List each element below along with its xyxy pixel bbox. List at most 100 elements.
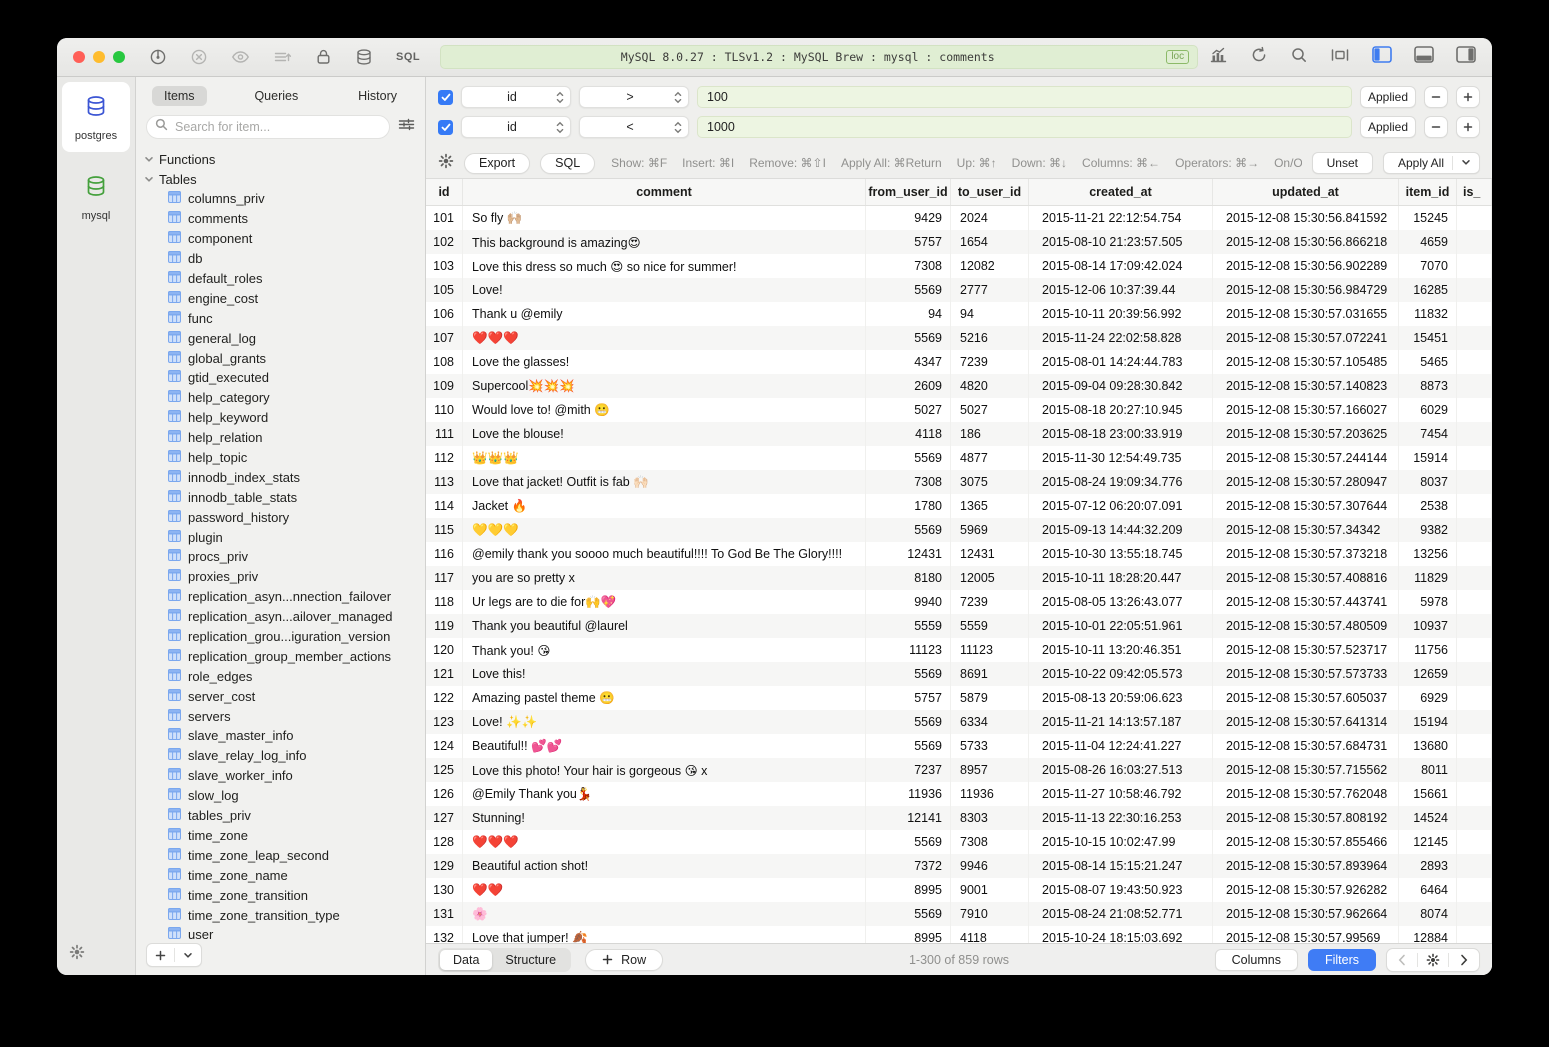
add-item-menu-chevron[interactable] [175,944,202,966]
close-window-button[interactable] [73,51,85,63]
table-row[interactable]: 124Beautiful!! 💕💕556957332015-11-04 12:2… [426,734,1492,758]
search-input[interactable] [173,119,381,135]
sidebar-table-help_category[interactable]: help_category [144,388,425,408]
sidebar-table-func[interactable]: func [144,308,425,328]
columns-button[interactable]: Columns [1215,949,1298,971]
table-row[interactable]: 119Thank you beautiful @laurel5559555920… [426,614,1492,638]
table-row[interactable]: 107❤️❤️❤️556952162015-11-24 22:02:58.828… [426,326,1492,350]
group-functions[interactable]: Functions [144,149,425,169]
sql-editor-icon[interactable]: SQL [396,51,420,63]
sidebar-table-component[interactable]: component [144,229,425,249]
commit-list-icon[interactable] [273,48,292,66]
filters-button[interactable]: Filters [1308,949,1376,971]
connection-mysql[interactable]: mysql [57,174,135,222]
filter-applied-button[interactable]: Applied [1360,116,1416,138]
toggle-bottom-panel-icon[interactable] [1414,46,1434,68]
table-row[interactable]: 111Love the blouse!41181862015-08-18 23:… [426,422,1492,446]
database-icon[interactable] [355,48,373,66]
table-row[interactable]: 127Stunning!1214183032015-11-13 22:30:16… [426,806,1492,830]
filter-settings-gear-icon[interactable] [438,153,454,174]
toggle-left-sidebar-icon[interactable] [1372,46,1392,68]
sidebar-table-general_log[interactable]: general_log [144,328,425,348]
table-row[interactable]: 108Love the glasses!434772392015-08-01 1… [426,350,1492,374]
table-row[interactable]: 117you are so pretty x8180120052015-10-1… [426,566,1492,590]
sidebar-table-time_zone_name[interactable]: time_zone_name [144,865,425,885]
next-page-button[interactable] [1449,949,1479,971]
lock-icon[interactable] [315,48,332,66]
settings-gear-icon[interactable] [69,944,85,965]
column-header-id[interactable]: id [426,179,463,205]
sidebar-table-slave_master_info[interactable]: slave_master_info [144,726,425,746]
column-header-to_user_id[interactable]: to_user_id [951,179,1029,205]
sidebar-table-time_zone_transition_type[interactable]: time_zone_transition_type [144,905,425,925]
tab-data[interactable]: Data [440,950,492,970]
sidebar-table-innodb_index_stats[interactable]: innodb_index_stats [144,467,425,487]
column-header-item_id[interactable]: item_id [1399,179,1457,205]
filter-sliders-icon[interactable] [398,117,415,137]
connection-postgres[interactable]: postgres [62,82,130,152]
sidebar-table-servers[interactable]: servers [144,706,425,726]
sidebar-table-db[interactable]: db [144,249,425,269]
table-row[interactable]: 112👑👑👑556948772015-11-30 12:54:49.735201… [426,446,1492,470]
sidebar-table-innodb_table_stats[interactable]: innodb_table_stats [144,487,425,507]
table-row[interactable]: 113Love that jacket! Outfit is fab 🙌🏻730… [426,470,1492,494]
add-filter-button[interactable] [1456,116,1480,138]
table-row[interactable]: 102This background is amazing😍5757165420… [426,230,1492,254]
disconnect-icon[interactable] [190,48,208,66]
sidebar-table-slow_log[interactable]: slow_log [144,786,425,806]
table-row[interactable]: 125Love this photo! Your hair is gorgeou… [426,758,1492,782]
column-header-from_user_id[interactable]: from_user_id [866,179,951,205]
center-layout-icon[interactable] [1330,46,1350,69]
sidebar-table-replication_grou...iguration_version[interactable]: replication_grou...iguration_version [144,627,425,647]
table-row[interactable]: 120Thank you! 😘11123111232015-10-11 13:2… [426,638,1492,662]
sidebar-table-tables_priv[interactable]: tables_priv [144,806,425,826]
sidebar-table-engine_cost[interactable]: engine_cost [144,288,425,308]
table-row[interactable]: 109Supercool💥💥💥260948202015-09-04 09:28:… [426,374,1492,398]
export-button[interactable]: Export [464,153,530,174]
table-row[interactable]: 123Love! ✨✨556963342015-11-21 14:13:57.1… [426,710,1492,734]
apply-all-chevron-icon[interactable] [1461,156,1471,170]
filter-value-input[interactable] [697,86,1352,108]
table-row[interactable]: 132Love that jumper! 🍂899541182015-10-24… [426,926,1492,943]
table-row[interactable]: 103Love this dress so much 😍 so nice for… [426,254,1492,278]
add-item-button[interactable] [147,944,174,966]
sidebar-table-proxies_priv[interactable]: proxies_priv [144,567,425,587]
filter-value-input[interactable] [697,116,1352,138]
sidebar-table-global_grants[interactable]: global_grants [144,348,425,368]
previous-page-button[interactable] [1387,949,1417,971]
column-header-updated_at[interactable]: updated_at [1213,179,1399,205]
search-icon[interactable] [1290,46,1308,69]
table-row[interactable]: 128❤️❤️❤️556973082015-10-15 10:02:47.992… [426,830,1492,854]
sidebar-table-gtid_executed[interactable]: gtid_executed [144,368,425,388]
column-header-created_at[interactable]: created_at [1029,179,1213,205]
tab-queries[interactable]: Queries [242,86,310,106]
sidebar-table-help_relation[interactable]: help_relation [144,428,425,448]
page-settings-gear-icon[interactable] [1418,949,1448,971]
item-search[interactable] [146,115,390,139]
column-header-comment[interactable]: comment [463,179,866,205]
table-row[interactable]: 101So fly 🙌🏼942920242015-11-21 22:12:54.… [426,206,1492,230]
sidebar-table-default_roles[interactable]: default_roles [144,269,425,289]
preview-eye-icon[interactable] [231,48,250,66]
sql-button[interactable]: SQL [540,153,595,174]
tab-structure[interactable]: Structure [492,950,569,970]
table-row[interactable]: 129Beautiful action shot!737299462015-08… [426,854,1492,878]
filter-checkbox[interactable] [438,120,453,135]
toggle-right-panel-icon[interactable] [1456,46,1476,68]
add-row-button[interactable]: Row [585,949,663,971]
sidebar-table-procs_priv[interactable]: procs_priv [144,547,425,567]
table-row[interactable]: 106Thank u @emily94942015-10-11 20:39:56… [426,302,1492,326]
table-row[interactable]: 121Love this!556986912015-10-22 09:42:05… [426,662,1492,686]
filter-field-select[interactable]: id [461,86,571,108]
filter-field-select[interactable]: id [461,116,571,138]
filter-applied-button[interactable]: Applied [1360,86,1416,108]
filter-operator-select[interactable]: > [579,86,689,108]
unset-button[interactable]: Unset [1312,152,1373,174]
tab-items[interactable]: Items [152,86,207,106]
zoom-window-button[interactable] [113,51,125,63]
sidebar-table-plugin[interactable]: plugin [144,527,425,547]
sidebar-table-slave_worker_info[interactable]: slave_worker_info [144,766,425,786]
column-header-is_[interactable]: is_ [1457,179,1492,205]
table-row[interactable]: 131🌸556979102015-08-24 21:08:52.7712015-… [426,902,1492,926]
sidebar-table-help_topic[interactable]: help_topic [144,448,425,468]
